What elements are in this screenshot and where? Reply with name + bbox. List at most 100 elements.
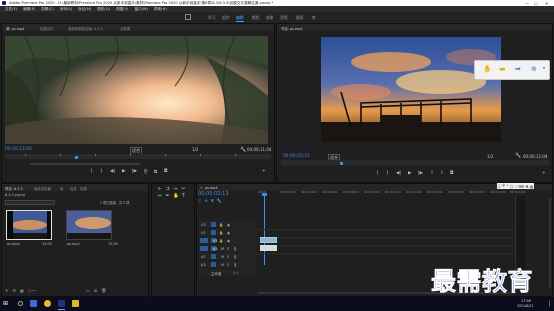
hand-icon[interactable]: ✋ [483,65,492,73]
prog-mark-in-icon[interactable]: { [376,171,379,176]
extract-icon[interactable]: ⇪ [440,171,444,176]
tab-metadata[interactable]: 元数据 [120,26,130,31]
tab-effects[interactable]: 效果 [80,186,87,191]
folder-taskbar-icon[interactable] [72,300,79,307]
close-tab-icon[interactable]: ✕ [200,186,203,190]
tab-project[interactable]: 项目: 6.3.3 [5,186,23,191]
linked-selection-icon[interactable]: ⊗ [204,198,207,203]
lift-icon[interactable]: ⇧ [430,171,434,176]
insert-icon[interactable]: ⎘ [144,169,148,175]
project-item-thumbnail[interactable] [66,210,112,240]
timeline-playhead-handle[interactable] [262,193,267,196]
folder-icon[interactable]: ▬ [499,65,506,73]
source-zoom-select[interactable]: 1/2 [192,147,198,152]
lock-icon[interactable]: 🔒 [219,223,223,227]
program-wrench-icon[interactable]: 🔧 [515,153,521,159]
menu-markers[interactable]: 标记(M) [78,7,91,12]
tab-effect-controls[interactable]: 效果控件 [40,26,54,31]
slip-tool-icon[interactable]: ⇔ [157,194,162,199]
prog-step-back-icon[interactable]: ◀| [396,171,401,176]
mic-icon[interactable]: 🎙 [233,247,237,251]
workspace-tab-audio[interactable]: 音频 [280,15,288,21]
step-forward-icon[interactable]: |▶ [132,169,137,174]
ime-grid-icon[interactable]: ▦ [530,184,534,189]
prog-mark-out-icon[interactable]: } [386,171,389,176]
track-target-toggle[interactable] [211,262,216,267]
ime-logo-icon[interactable]: S [498,184,501,189]
mark-in-icon[interactable]: { [90,169,93,174]
program-timecode[interactable]: 00;00;02;15 [283,154,310,159]
lock-icon[interactable]: 🔒 [219,239,223,243]
ime-skin-icon[interactable]: ♣ [525,184,529,189]
menu-graphics[interactable]: 图形(G) [97,7,110,12]
zoom-icon[interactable]: ⊕ [531,65,537,73]
prog-play-icon[interactable]: ▶ [408,171,411,176]
source-scroll-bar[interactable] [30,163,140,165]
ime-keyboard-icon[interactable]: ⌨ [518,184,524,189]
razor-tool-icon[interactable]: ✂ [181,187,186,192]
track-select-tool-icon[interactable]: ⇉ [165,187,170,192]
workspace-tab-libraries[interactable]: 库 [312,15,316,21]
selection-tool-icon[interactable]: ➤ [157,187,162,192]
track-target-toggle[interactable] [211,230,216,235]
eye-icon[interactable]: ◉ [227,231,230,235]
add-marker-icon[interactable]: ▼ [211,198,214,203]
ime-punct-icon[interactable]: ° [507,184,509,189]
clock-date[interactable]: 2021/6/22 [517,304,533,308]
list-view-icon[interactable]: ☰ [12,288,16,293]
close-button[interactable]: ✕ [545,1,548,6]
track-target-toggle[interactable] [211,254,216,259]
tab-program[interactable]: 节目: ps.mp4 [281,26,303,31]
chrome-icon[interactable] [44,300,51,307]
show-desktop-button[interactable] [549,300,552,307]
menu-file[interactable]: 文件(F) [5,7,17,12]
lock-icon[interactable]: 🔒 [219,231,223,235]
hand-tool-icon[interactable]: ✋ [173,194,179,199]
track-source-patch[interactable] [200,238,208,243]
ime-emoji-icon[interactable]: ☺ [510,184,514,189]
tab-libraries[interactable]: 库 [60,186,63,191]
mute-button[interactable]: M [221,247,224,251]
solo-button[interactable]: S [227,255,229,259]
snap-icon[interactable]: ⊂ [198,198,201,203]
workspace-tab-color[interactable]: 颜色 [252,15,260,21]
mark-out-icon[interactable]: } [100,169,103,174]
timeline-ruler[interactable]: 00;00 00;00;02;00 00;00;04;00 00;00;06;0… [258,190,526,200]
trash-icon[interactable]: 🗑 [101,288,106,293]
project-search-input[interactable] [5,200,55,205]
workspace-tab-graphics[interactable]: 图形 [296,15,304,21]
tab-media-browser[interactable]: 媒体浏览器 [34,186,51,191]
mic-icon[interactable]: 🎙 [233,263,237,267]
add-button-icon[interactable]: + [262,169,266,174]
workspace-tab-editing[interactable]: 编辑 [236,15,244,22]
wrench-icon[interactable]: 🔧 [240,147,246,153]
menu-window[interactable]: 窗口(W) [134,7,148,12]
master-volume-value[interactable]: 0.0 [233,271,238,275]
export-frame-icon[interactable]: ◘ [164,169,168,174]
program-timeline-ruler[interactable] [281,160,549,165]
source-playhead[interactable] [75,156,78,159]
ripple-edit-tool-icon[interactable]: ⟛ [173,187,178,192]
minimize-button[interactable]: — [525,1,529,6]
program-zoom-select[interactable]: 1/2 [487,154,493,159]
play-icon[interactable]: ▶ [122,169,125,174]
solo-button[interactable]: S [227,247,229,251]
home-icon[interactable] [185,14,191,20]
program-video-frame[interactable] [321,37,501,142]
workspace-tab-learn[interactable]: 学习 [208,15,216,21]
menu-edit[interactable]: 编辑(E) [23,7,35,12]
icon-view-icon[interactable]: ▦ [20,288,24,293]
menu-sequence[interactable]: 序列(S) [60,7,72,12]
prog-step-forward-icon[interactable]: |▶ [418,171,423,176]
tab-audio-clip-mixer[interactable]: 音频剪辑混合器: 6.3.3 [68,26,103,31]
search-icon[interactable] [18,301,23,306]
step-back-icon[interactable]: ◀| [110,169,115,174]
eye-icon[interactable]: ◉ [227,223,230,227]
timeline-settings-icon[interactable]: 🔧 [217,198,222,203]
workspace-tab-assembly[interactable]: 组件 [222,15,230,21]
eye-icon[interactable]: ◉ [227,239,230,243]
menu-view[interactable]: 视图(V) [116,7,128,12]
type-tool-icon[interactable]: T [181,194,186,199]
overwrite-icon[interactable]: ⧉ [154,169,157,175]
track-target-toggle[interactable] [211,222,216,227]
